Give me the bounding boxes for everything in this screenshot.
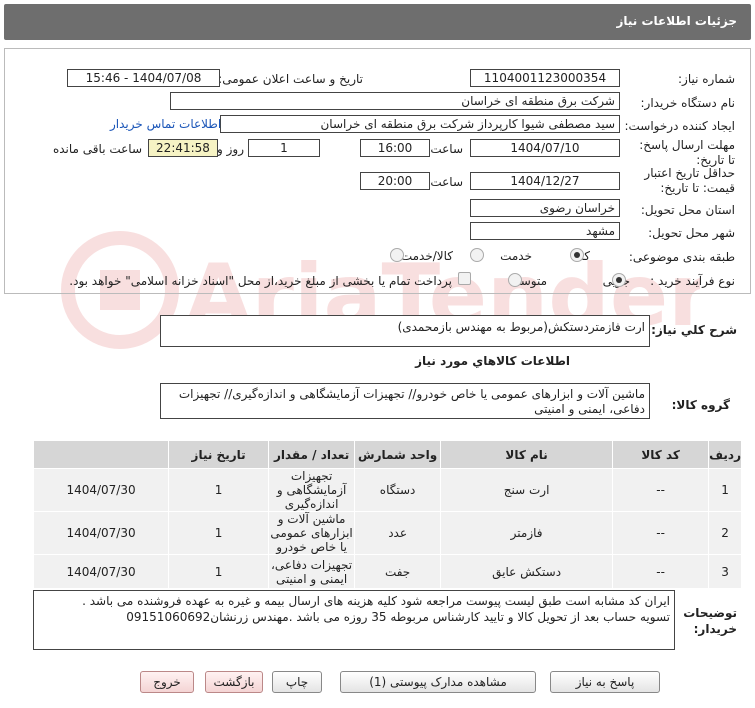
goods-group-label: گروه کالا:: [671, 398, 730, 412]
col-date: تاریخ نیاز: [168, 440, 270, 469]
buyer-org-label: نام دستگاه خریدار:: [640, 96, 736, 110]
validity-label: حداقل تاریخ اعتبار قیمت: تا تاریخ:: [644, 166, 735, 195]
process-radio-partial[interactable]: [612, 273, 626, 287]
cell-qty: 1: [168, 468, 270, 512]
deadline-time-field: 16:00: [360, 139, 430, 157]
treasury-note: پرداخت تمام یا بخشی از مبلغ خرید،از محل …: [69, 274, 452, 288]
buyer-notes-field: ایران کد مشابه است طبق لیست پیوست مراجعه…: [33, 590, 675, 650]
announce-date-label: تاریخ و ساعت اعلان عمومی:: [218, 72, 363, 86]
cell-group: تجهیزات آزمایشگاهی و اندازه‌گیری: [268, 468, 356, 512]
cell-group: ماشین آلات و ابزارهای عمومی یا خاص خودرو: [268, 511, 356, 555]
category-radio-both[interactable]: [390, 248, 404, 262]
need-number-field: 1104001123000354: [470, 69, 620, 87]
remaining-time-label: ساعت باقی مانده: [52, 142, 142, 156]
buyer-notes-label: توضیحات خریدار:: [683, 606, 737, 636]
cell-row: 1: [708, 468, 742, 512]
col-row: ردیف: [708, 440, 742, 469]
reply-button[interactable]: پاسخ به نیاز: [550, 671, 660, 693]
deadline-date-field: 1404/07/10: [470, 139, 620, 157]
goods-section-title: اطلاعات کالاهاي مورد نياز: [415, 354, 570, 368]
creator-field: سید مصطفی شیوا کارپرداز شرکت برق منطقه ا…: [220, 115, 620, 133]
cell-row: 2: [708, 511, 742, 555]
category-option-service-label: خدمت: [500, 249, 532, 263]
validity-time-field: 20:00: [360, 172, 430, 190]
cell-unit: دستگاه: [354, 468, 442, 512]
items-table: ردیف کد کالا نام کالا واحد شمارش تعداد /…: [32, 440, 742, 589]
cell-code: --: [612, 468, 710, 512]
cell-unit: عدد: [354, 511, 442, 555]
col-date-spacer: [32, 440, 170, 469]
process-label: نوع فرآیند خرید :: [650, 274, 735, 288]
col-code: کد کالا: [612, 440, 710, 469]
city-label: شهر محل تحویل:: [648, 226, 735, 240]
category-option-both-label: کالا/خدمت: [400, 249, 453, 263]
cell-date: 1404/07/30: [32, 468, 170, 512]
need-number-label: شماره نیاز:: [678, 72, 735, 86]
category-radio-goods[interactable]: [570, 248, 584, 262]
cell-code: --: [612, 511, 710, 555]
description-text: ارت فازمتردستکش(مربوط به مهندس بازمحمدی): [397, 320, 645, 334]
cell-name: فازمتر: [440, 511, 614, 555]
col-unit: واحد شمارش: [354, 440, 442, 469]
city-field: مشهد: [470, 222, 620, 240]
goods-group-field: ماشین آلات و ابزارهای عمومی یا خاص خودرو…: [160, 383, 650, 419]
validity-time-label: ساعت: [430, 175, 463, 189]
table-row: 1 -- ارت سنج دستگاه تجهیزات آزمایشگاهی و…: [32, 468, 742, 512]
remaining-time-field: 22:41:58: [148, 139, 218, 157]
category-label: طبقه بندی موضوعی:: [628, 250, 735, 264]
col-name: نام کالا: [440, 440, 614, 469]
deadline-time-label: ساعت: [430, 142, 463, 156]
days-remaining-field: 1: [248, 139, 320, 157]
cell-row: 3: [708, 554, 742, 589]
cell-qty: 1: [168, 554, 270, 589]
days-label: روز و: [217, 142, 244, 156]
cell-group: تجهیزات دفاعی، ایمنی و امنیتی: [268, 554, 356, 589]
description-field: ارت فازمتردستکش(مربوط به مهندس بازمحمدی): [160, 315, 650, 347]
table-header-row: ردیف کد کالا نام کالا واحد شمارش تعداد /…: [32, 440, 742, 469]
page-header: جزئیات اطلاعات نیاز: [4, 4, 751, 40]
deadline-label: مهلت ارسال پاسخ: تا تاریخ:: [639, 138, 735, 167]
cell-code: --: [612, 554, 710, 589]
col-qty: تعداد / مقدار: [268, 440, 356, 469]
print-button[interactable]: چاپ: [272, 671, 322, 693]
attachments-button[interactable]: مشاهده مدارک پیوستی (1): [340, 671, 536, 693]
cell-date: 1404/07/30: [32, 554, 170, 589]
table-row: 2 -- فازمتر عدد ماشین آلات و ابزارهای عم…: [32, 511, 742, 555]
table-row: 3 -- دستکش عایق جفت تجهیزات دفاعی، ایمنی…: [32, 554, 742, 589]
cell-name: دستکش عایق: [440, 554, 614, 589]
back-button[interactable]: بازگشت: [205, 671, 263, 693]
cell-date: 1404/07/30: [32, 511, 170, 555]
announce-date-field: 1404/07/08 - 15:46: [67, 69, 220, 87]
province-field: خراسان رضوی: [470, 199, 620, 217]
cell-qty: 1: [168, 511, 270, 555]
category-radio-service[interactable]: [470, 248, 484, 262]
description-label: شرح کلي نياز:: [651, 323, 737, 337]
process-radio-medium[interactable]: [508, 273, 522, 287]
buyer-contact-link[interactable]: اطلاعات تماس خریدار: [110, 117, 221, 131]
page-title: جزئیات اطلاعات نیاز: [616, 14, 737, 28]
creator-label: ایجاد کننده درخواست:: [624, 119, 735, 133]
treasury-checkbox[interactable]: [458, 272, 471, 285]
validity-date-field: 1404/12/27: [470, 172, 620, 190]
buyer-org-field: شرکت برق منطقه ای خراسان: [170, 92, 620, 110]
cell-unit: جفت: [354, 554, 442, 589]
cell-name: ارت سنج: [440, 468, 614, 512]
buyer-notes-line-2: تسویه حساب بعد از تحویل کالا و تایید کار…: [126, 610, 670, 624]
exit-button[interactable]: خروج: [140, 671, 194, 693]
buyer-notes-line-1: ایران کد مشابه است طبق لیست پیوست مراجعه…: [82, 594, 670, 608]
province-label: استان محل تحویل:: [640, 203, 735, 217]
